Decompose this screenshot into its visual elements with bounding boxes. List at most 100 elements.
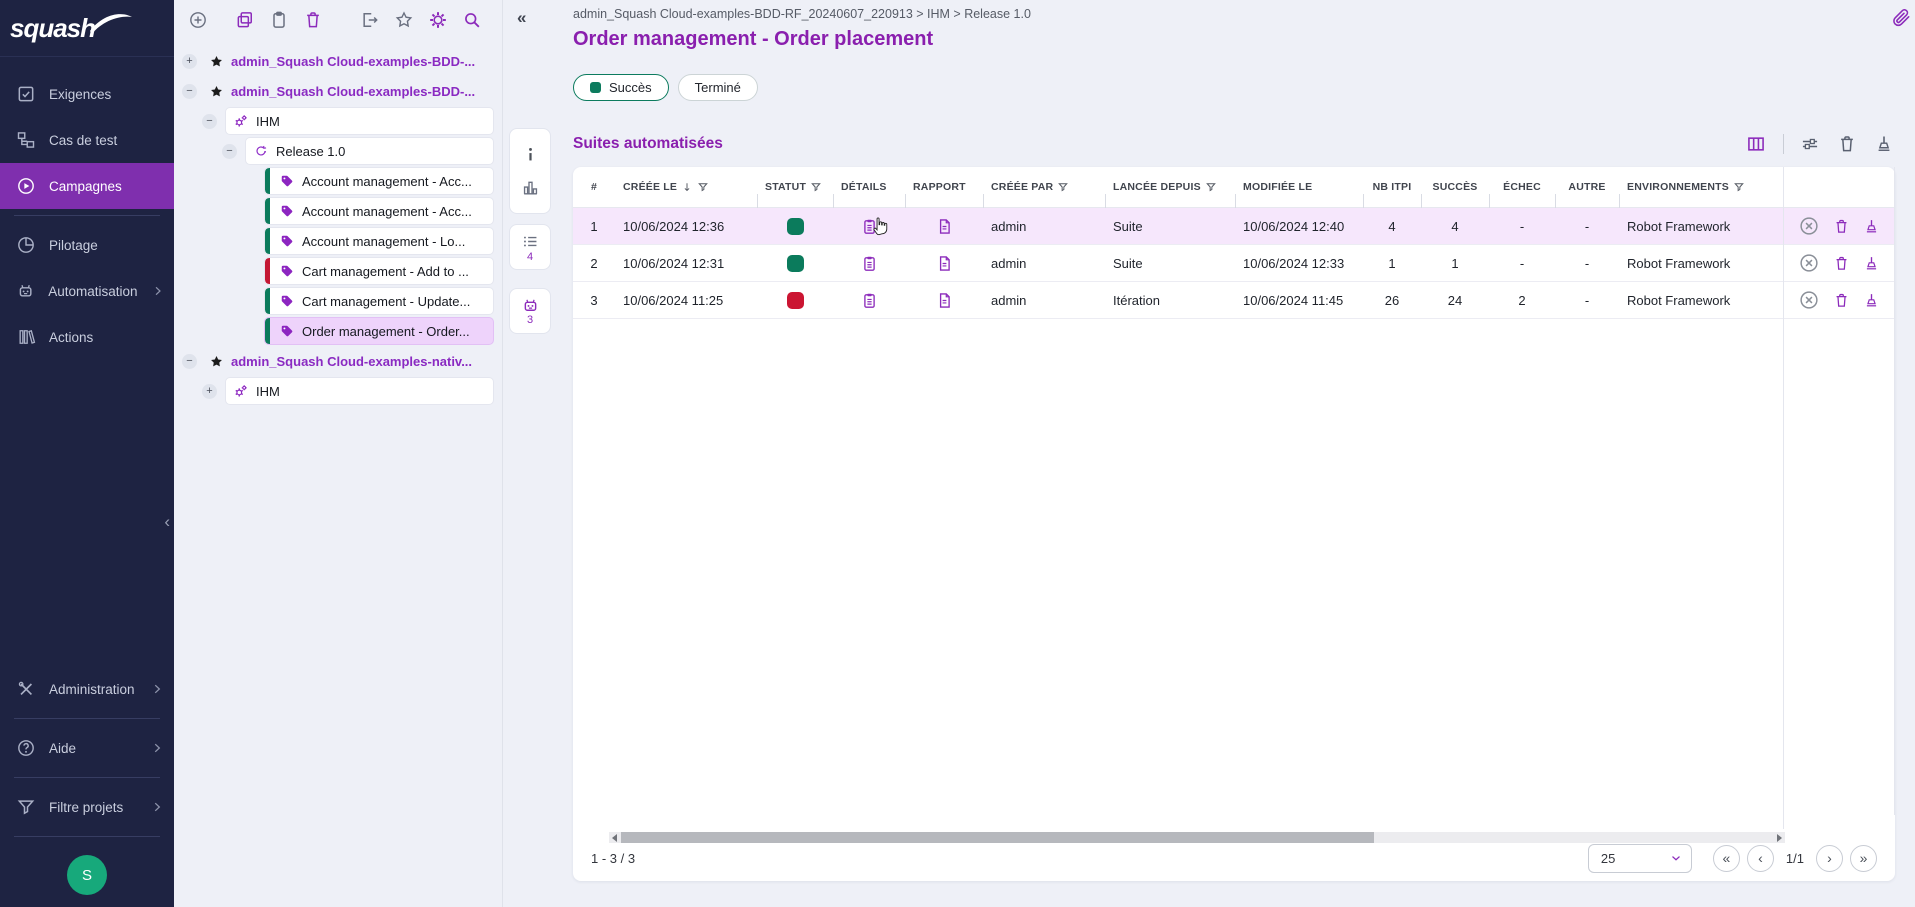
expand-toggle[interactable]: + — [182, 54, 197, 69]
sidebar-item-exigences[interactable]: Exigences — [0, 71, 174, 117]
delete-row-icon[interactable] — [1833, 255, 1850, 272]
last-page-button[interactable]: » — [1850, 845, 1877, 872]
sidebar-item-campagnes[interactable]: Campagnes — [0, 163, 174, 209]
report-file-icon[interactable] — [936, 218, 953, 235]
columns-button[interactable] — [1746, 133, 1767, 154]
sidebar-item-filtre-projets[interactable]: Filtre projets — [0, 784, 174, 830]
project-label[interactable]: admin_Squash Cloud-examples-BDD-... — [231, 54, 475, 69]
user-avatar[interactable]: S — [67, 855, 107, 895]
column-header-details[interactable]: DÉTAILS — [833, 181, 905, 193]
delete-suites-button[interactable] — [1837, 133, 1858, 154]
clean-suites-button[interactable] — [1874, 133, 1895, 154]
suite-node[interactable]: Account management - Acc... — [264, 197, 494, 225]
column-header-num[interactable]: # — [573, 181, 615, 193]
table-row[interactable]: 2 10/06/2024 12:31 admin Suite 10/06/202… — [573, 245, 1895, 282]
filter-funnel-icon[interactable] — [697, 181, 709, 193]
first-page-button[interactable]: « — [1713, 845, 1740, 872]
report-file-icon[interactable] — [936, 292, 953, 309]
column-label: SUCCÈS — [1433, 181, 1478, 193]
expand-toggle[interactable]: − — [202, 114, 217, 129]
expand-toggle[interactable]: + — [202, 384, 217, 399]
project-label[interactable]: admin_Squash Cloud-examples-nativ... — [231, 354, 472, 369]
clean-row-icon[interactable] — [1863, 292, 1880, 309]
sidebar-divider — [14, 215, 160, 216]
bar-chart-icon[interactable] — [521, 178, 540, 197]
tree-suite-row: Account management - Acc... — [174, 196, 502, 226]
add-button[interactable] — [188, 10, 209, 31]
cell-actions — [1783, 289, 1895, 311]
expand-toggle[interactable]: − — [182, 354, 197, 369]
sidebar-collapse-handle[interactable]: ‹ — [164, 512, 170, 532]
filter-funnel-icon[interactable] — [1057, 181, 1069, 193]
suite-node[interactable]: Account management - Acc... — [264, 167, 494, 195]
delete-row-icon[interactable] — [1833, 292, 1850, 309]
next-page-button[interactable]: › — [1816, 845, 1843, 872]
clean-row-icon[interactable] — [1863, 255, 1880, 272]
suite-node[interactable]: Account management - Lo... — [264, 227, 494, 255]
table-row[interactable]: 1 10/06/2024 12:36 admin Suite 10/06/202… — [573, 208, 1895, 245]
delete-button[interactable] — [303, 10, 324, 31]
export-button[interactable] — [360, 10, 381, 31]
rail-executions-card[interactable]: 4 — [509, 224, 551, 270]
rail-automation-card[interactable]: 3 — [509, 288, 551, 334]
cell-created-by: admin — [983, 293, 1105, 308]
column-header-rapport[interactable]: RAPPORT — [905, 181, 983, 193]
filter-funnel-icon[interactable] — [810, 181, 822, 193]
sidebar-item-actions[interactable]: Actions — [0, 314, 174, 360]
requirements-icon — [16, 84, 36, 104]
prev-page-button[interactable]: ‹ — [1747, 845, 1774, 872]
sidebar-item-aide[interactable]: Aide — [0, 725, 174, 771]
column-header-modifiee-le[interactable]: MODIFIÉE LE — [1235, 181, 1363, 193]
delete-row-icon[interactable] — [1833, 218, 1850, 235]
table-footer: 1 - 3 / 3 25 « ‹ 1/1 › » — [573, 835, 1895, 881]
expand-toggle[interactable]: − — [222, 144, 237, 159]
column-header-creee-le[interactable]: CRÉÉE LE — [615, 181, 757, 193]
paste-button[interactable] — [269, 10, 290, 31]
suite-node[interactable]: Cart management - Add to ... — [264, 257, 494, 285]
cell-created: 10/06/2024 11:25 — [615, 293, 757, 308]
search-button[interactable] — [462, 10, 483, 31]
sidebar-item-automatisation[interactable]: Automatisation — [0, 268, 174, 314]
table-row[interactable]: 3 10/06/2024 11:25 admin Itération 10/06… — [573, 282, 1895, 319]
paperclip-icon[interactable] — [1891, 7, 1912, 28]
sidebar-item-cas-de-test[interactable]: Cas de test — [0, 117, 174, 163]
column-header-succes[interactable]: SUCCÈS — [1421, 181, 1489, 193]
filter-settings-button[interactable] — [1800, 133, 1821, 154]
settings-button[interactable] — [428, 10, 449, 31]
details-clipboard-icon[interactable] — [861, 292, 878, 309]
suite-node[interactable]: Cart management - Update... — [264, 287, 494, 315]
sidebar-item-pilotage[interactable]: Pilotage — [0, 222, 174, 268]
filter-funnel-icon[interactable] — [1205, 181, 1217, 193]
column-header-echec[interactable]: ÉCHEC — [1489, 181, 1555, 193]
report-file-icon[interactable] — [936, 255, 953, 272]
page-size-select[interactable]: 25 — [1588, 844, 1692, 873]
clean-row-icon[interactable] — [1863, 218, 1880, 235]
help-icon — [16, 738, 36, 758]
column-header-creee-par[interactable]: CRÉÉE PAR — [983, 181, 1105, 193]
iteration-node-release[interactable]: Release 1.0 — [245, 137, 494, 165]
copy-button[interactable] — [235, 10, 256, 31]
columns-icon — [1746, 134, 1766, 154]
info-icon[interactable] — [521, 145, 540, 164]
campaign-node-ihm[interactable]: IHM — [225, 107, 494, 135]
main-sidebar: squash Exigences Cas de test Campagnes P… — [0, 0, 174, 907]
sort-desc-icon[interactable] — [681, 181, 693, 193]
campaign-node-ihm-2[interactable]: IHM — [225, 377, 494, 405]
suite-node-selected[interactable]: Order management - Order... — [264, 317, 494, 345]
collapse-tree-button[interactable]: « — [517, 8, 526, 28]
sidebar-item-label: Cas de test — [49, 133, 164, 148]
sidebar-item-administration[interactable]: Administration — [0, 666, 174, 712]
stop-execution-icon[interactable] — [1798, 289, 1820, 311]
favorite-button[interactable] — [394, 10, 415, 31]
column-header-autre[interactable]: AUTRE — [1555, 181, 1619, 193]
project-label[interactable]: admin_Squash Cloud-examples-BDD-... — [231, 84, 475, 99]
column-header-statut[interactable]: STATUT — [757, 181, 833, 193]
details-clipboard-icon[interactable] — [861, 255, 878, 272]
filter-funnel-icon[interactable] — [1733, 181, 1745, 193]
column-header-environnements[interactable]: ENVIRONNEMENTS — [1619, 181, 1783, 193]
column-header-nb-itpi[interactable]: NB ITPI — [1363, 181, 1421, 193]
column-header-lancee-depuis[interactable]: LANCÉE DEPUIS — [1105, 181, 1235, 193]
stop-execution-icon[interactable] — [1798, 252, 1820, 274]
expand-toggle[interactable]: − — [182, 84, 197, 99]
stop-execution-icon[interactable] — [1798, 215, 1820, 237]
